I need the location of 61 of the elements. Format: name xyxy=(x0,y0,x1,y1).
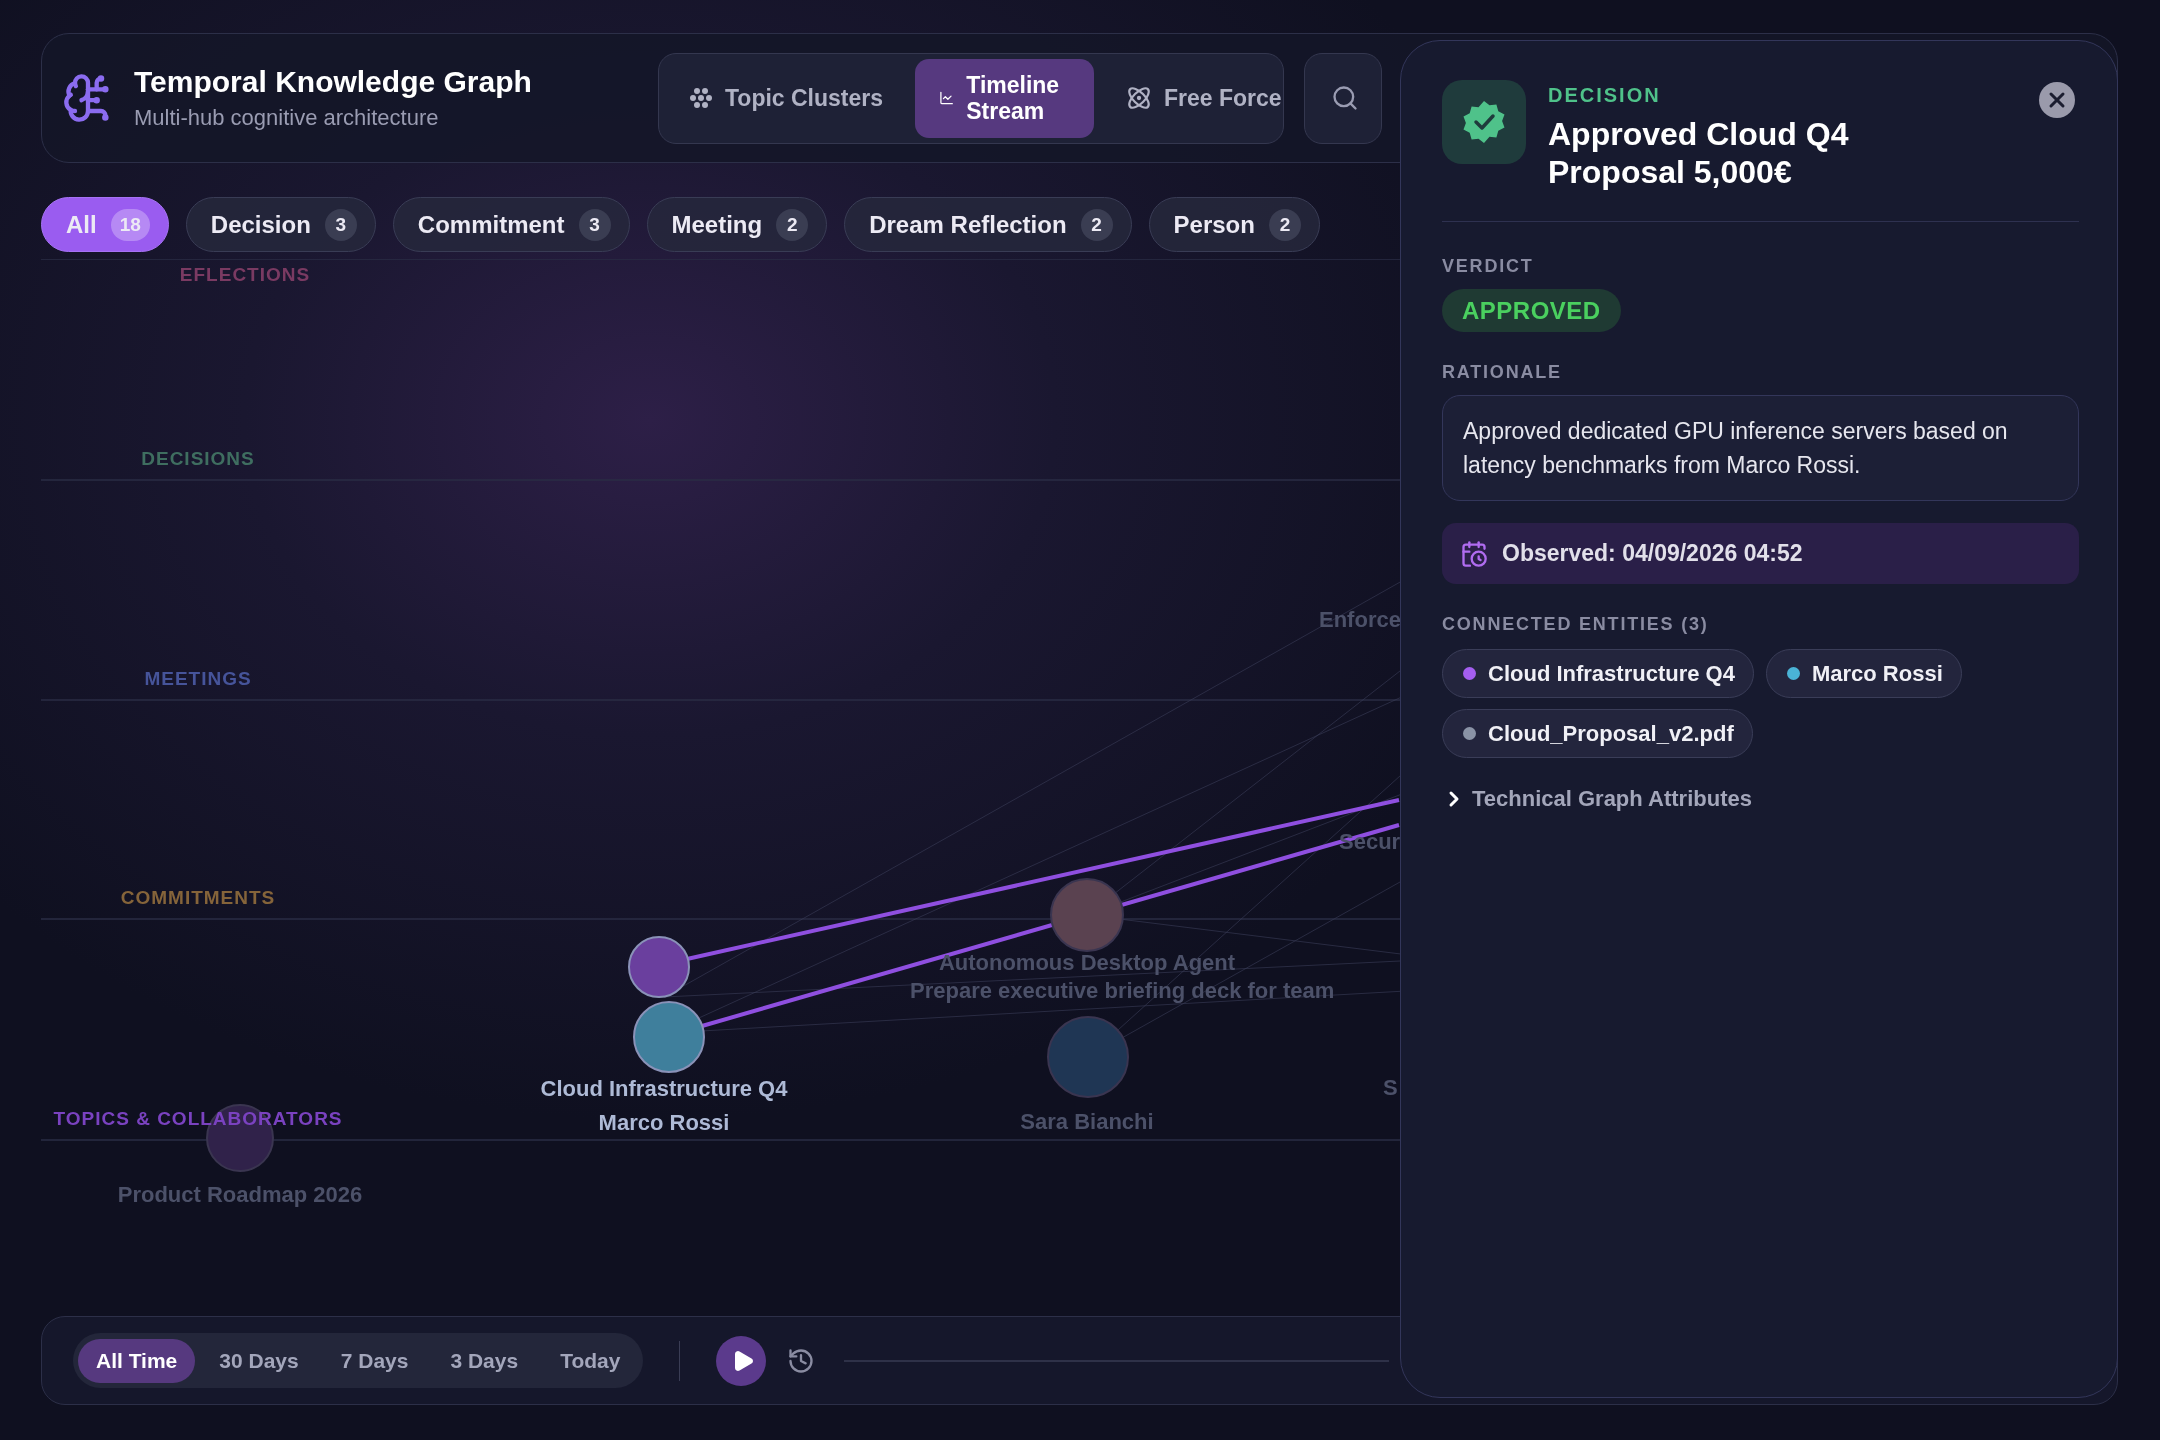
range-button[interactable]: 3 Days xyxy=(432,1338,537,1383)
entity-name: Cloud_Proposal_v2.pdf xyxy=(1488,720,1734,747)
range-button[interactable]: Today xyxy=(542,1338,639,1383)
count-badge: 2 xyxy=(1268,208,1301,241)
node-label: Cloud Infrastructure Q4 xyxy=(540,1076,788,1102)
entity-chip[interactable]: Marco Rossi xyxy=(1765,649,1962,698)
app-subtitle: Multi-hub cognitive architecture xyxy=(134,105,440,131)
filter-chip[interactable]: Person 2 xyxy=(1148,197,1320,252)
filter-chip[interactable]: Commitment 3 xyxy=(392,197,630,252)
node-label: Product Roadmap 2026 xyxy=(117,1182,363,1208)
graph-node[interactable] xyxy=(1050,878,1124,952)
history-icon xyxy=(787,1346,816,1375)
lane-label: DECISIONS xyxy=(141,448,255,470)
observed-timestamp: Observed: 04/09/2026 04:52 xyxy=(1502,540,1803,567)
verdict-badge: APPROVED xyxy=(1442,289,1621,332)
graph-node[interactable] xyxy=(1047,1016,1129,1098)
entity-chip[interactable]: Cloud Infrastructure Q4 xyxy=(1442,649,1754,698)
node-label: Secur xyxy=(1339,829,1401,855)
entity-name: Cloud Infrastructure Q4 xyxy=(1488,660,1735,687)
lane-label: MEETINGS xyxy=(144,668,252,690)
view-mode-button[interactable]: Free Force xyxy=(1101,58,1306,138)
count-badge: 18 xyxy=(110,208,150,241)
rationale-text: Approved dedicated GPU inference servers based on latency benchmarks from Marco Rossi. xyxy=(1442,395,2079,501)
filter-chip[interactable]: Meeting 2 xyxy=(646,197,828,252)
node-label: Sara Bianchi xyxy=(1020,1109,1154,1135)
count-badge: 2 xyxy=(1080,208,1113,241)
attributes-toggle[interactable]: Technical Graph Attributes xyxy=(1442,786,1752,812)
view-mode-button[interactable]: Topic Clusters xyxy=(665,58,908,138)
panel-title: Approved Cloud Q4 Proposal 5,000€ xyxy=(1548,115,1850,191)
node-label: Marco Rossi xyxy=(598,1110,730,1136)
lane-label: EFLECTIONS xyxy=(179,264,311,286)
count-badge: 2 xyxy=(776,208,809,241)
lane-label: COMMITMENTS xyxy=(120,887,276,909)
dots-cluster-icon xyxy=(689,86,713,110)
node-label: Autonomous Desktop Agent xyxy=(938,950,1236,976)
calendar-clock-icon xyxy=(1460,539,1488,568)
node-label: Enforce xyxy=(1319,607,1401,633)
lane-label: TOPICS & COLLABORATORS xyxy=(53,1108,343,1130)
section-label: VERDICT xyxy=(1442,256,1535,277)
range-button[interactable]: All Time xyxy=(78,1338,196,1383)
entity-type: DECISION xyxy=(1548,84,1662,107)
range-button[interactable]: 30 Days xyxy=(201,1338,317,1383)
view-mode-button[interactable]: Timeline Stream xyxy=(915,58,1094,138)
search-field[interactable] xyxy=(1304,52,1382,144)
section-label: RATIONALE xyxy=(1442,362,1563,383)
graph-node[interactable] xyxy=(633,1001,705,1073)
atom-icon xyxy=(1125,85,1152,111)
search-icon xyxy=(1331,84,1359,112)
node-label: Prepare executive briefing deck for team xyxy=(910,978,1335,1004)
filter-chip[interactable]: Decision 3 xyxy=(185,197,376,252)
node-label: S xyxy=(1383,1075,1398,1101)
app-title: Temporal Knowledge Graph xyxy=(134,65,533,99)
entity-name: Marco Rossi xyxy=(1811,660,1943,687)
count-badge: 3 xyxy=(324,208,357,241)
range-button[interactable]: 7 Days xyxy=(322,1338,427,1383)
close-button[interactable] xyxy=(2039,82,2075,118)
entity-chip[interactable]: Cloud_Proposal_v2.pdf xyxy=(1442,709,1753,758)
count-badge: 3 xyxy=(578,208,611,241)
filter-chip[interactable]: Dream Reflection 2 xyxy=(844,197,1132,252)
section-label: CONNECTED ENTITIES (3) xyxy=(1442,614,1710,635)
graph-node[interactable] xyxy=(628,936,690,998)
